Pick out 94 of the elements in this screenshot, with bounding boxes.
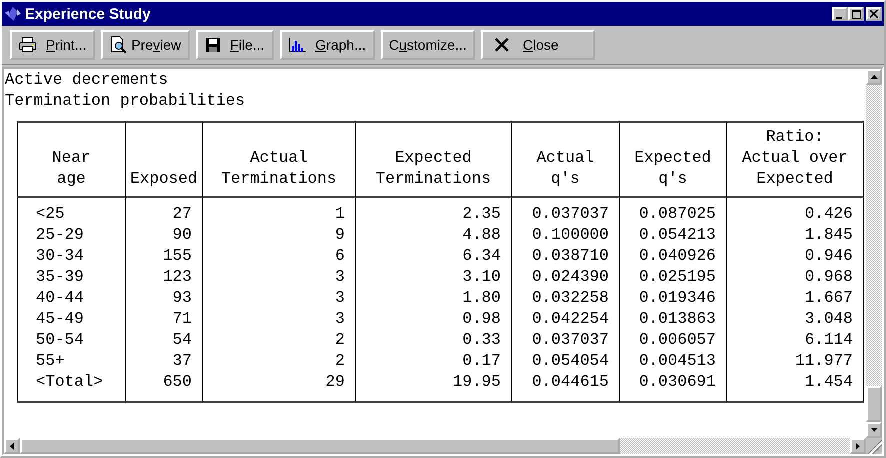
table-cell: 0.004513	[639, 352, 716, 370]
table-cell: 6.114	[804, 331, 853, 349]
table-cell: 0.030691	[639, 373, 716, 391]
table-cell: 0.025195	[639, 268, 716, 286]
column-header: Actual q's	[536, 148, 594, 190]
table-cell: 0.426	[804, 205, 853, 223]
table-cell: 19.95	[452, 373, 501, 391]
scroll-thumb[interactable]	[866, 386, 882, 422]
table-cell: 0.087025	[639, 205, 716, 223]
report-heading: Termination probabilities	[5, 91, 246, 112]
table-cell: 1	[335, 205, 345, 223]
window-title: Experience Study	[25, 6, 151, 22]
table-cell: 0.17	[462, 352, 501, 370]
table-cell: 2	[335, 352, 345, 370]
table-cell: 0.038710	[532, 247, 609, 265]
table-cell: 0.019346	[639, 289, 716, 307]
close-button[interactable]: Close	[480, 30, 595, 60]
close-button[interactable]	[866, 7, 882, 21]
table-cell: 50-54	[36, 331, 84, 349]
file-button[interactable]: File...	[196, 30, 274, 60]
table-cell: 1.80	[462, 289, 501, 307]
table-cell: 0.946	[804, 247, 853, 265]
table-cell: 55+	[36, 352, 65, 370]
table-cell: 25-29	[36, 226, 84, 244]
table-cell: 1.454	[804, 373, 853, 391]
vertical-scrollbar[interactable]	[866, 69, 882, 438]
table-cell: 0.044615	[532, 373, 609, 391]
app-icon	[4, 6, 22, 22]
table-cell: 2.35	[462, 205, 501, 223]
table-cell: <25	[36, 205, 65, 223]
close-icon	[870, 10, 878, 18]
table-cell: 2	[335, 331, 345, 349]
table-cell: 0.037037	[532, 331, 609, 349]
resize-grip[interactable]	[866, 438, 882, 454]
column-header: Actual Terminations	[221, 148, 337, 190]
table-cell: 0.968	[804, 268, 853, 286]
table-cell: 45-49	[36, 310, 84, 328]
report-heading: Active decrements	[5, 70, 170, 91]
table-cell: 6.34	[462, 247, 501, 265]
preview-button[interactable]: Preview	[101, 30, 190, 60]
table-cell: 0.33	[462, 331, 501, 349]
table-cell: 30-34	[36, 247, 84, 265]
column-header: Expected Terminations	[376, 148, 492, 190]
table-cell: 3.10	[462, 268, 501, 286]
table-cell: 90	[172, 226, 192, 244]
table-cell: 1.667	[804, 289, 853, 307]
table-cell: 0.024390	[532, 268, 609, 286]
print-button[interactable]: Print...	[10, 30, 96, 60]
table-cell: 0.006057	[639, 331, 716, 349]
horizontal-scrollbar[interactable]	[4, 438, 866, 454]
customize-button[interactable]: Customize...	[381, 30, 475, 60]
table-cell: 3.048	[804, 310, 853, 328]
column-header: Expected q's	[634, 148, 712, 190]
column-header: Near age	[52, 148, 91, 190]
table-cell: 1.845	[804, 226, 853, 244]
table-cell: 0.054213	[639, 226, 716, 244]
table-cell: 0.100000	[532, 226, 609, 244]
close-icon	[494, 38, 509, 52]
table-cell: 0.013863	[639, 310, 716, 328]
table-cell: 0.037037	[532, 205, 609, 223]
table-cell: 0.98	[462, 310, 501, 328]
table-cell: 37	[172, 352, 192, 370]
table-cell: 40-44	[36, 289, 84, 307]
table-cell: 6	[335, 247, 345, 265]
table-cell: 0.040926	[639, 247, 716, 265]
table-cell: 29	[326, 373, 345, 391]
table-cell: 4.88	[462, 226, 501, 244]
column-header: Ratio: Actual over Expected	[742, 127, 848, 190]
table-cell: 9	[335, 226, 345, 244]
table-cell: 54	[172, 331, 192, 349]
table-cell: 3	[335, 310, 345, 328]
scroll-thumb[interactable]	[20, 438, 620, 454]
table-cell: 650	[163, 373, 192, 391]
graph-button[interactable]: Graph...	[280, 30, 376, 60]
table-cell: 123	[163, 268, 192, 286]
table-cell: 3	[335, 268, 345, 286]
table-cell: 35-39	[36, 268, 84, 286]
table-cell: 11.977	[795, 352, 853, 370]
magnifier-page-icon	[110, 36, 128, 54]
column-header: Exposed	[130, 169, 198, 190]
table-cell: 3	[335, 289, 345, 307]
maximize-button[interactable]	[848, 7, 864, 21]
table-cell: 0.042254	[532, 310, 609, 328]
maximize-icon	[852, 10, 860, 19]
bar-chart-icon	[288, 37, 307, 53]
table-cell: 155	[163, 247, 192, 265]
table-cell: 71	[172, 310, 192, 328]
table-cell: 93	[172, 289, 192, 307]
table-cell: 27	[172, 205, 192, 223]
table-cell: 0.032258	[532, 289, 609, 307]
minimize-button[interactable]	[832, 7, 848, 21]
table-cell: 0.054054	[532, 352, 609, 370]
table-cell: <Total>	[36, 373, 104, 391]
printer-icon	[19, 37, 37, 53]
